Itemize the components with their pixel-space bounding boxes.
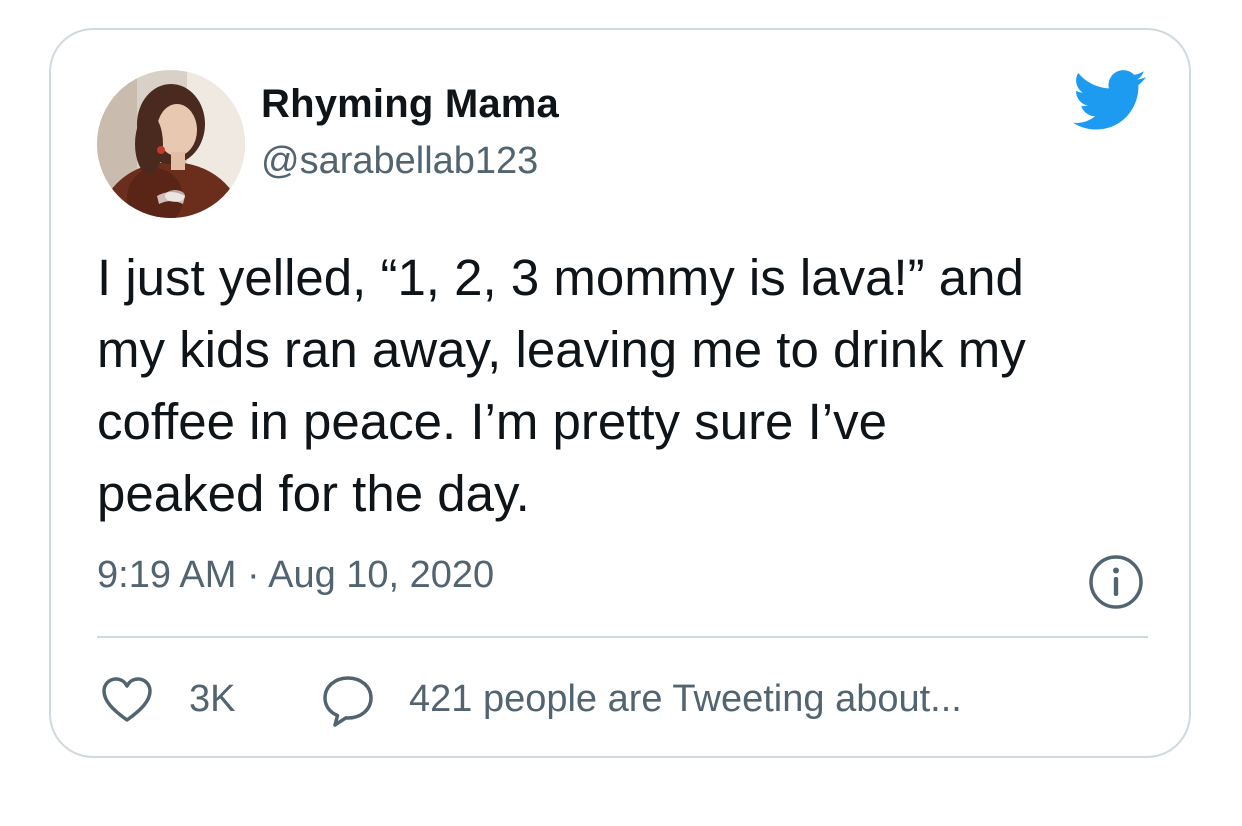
avatar[interactable] [97,70,245,218]
discussion-link[interactable]: 421 people are Tweeting about... [409,678,962,721]
tweet-text: I just yelled, “1, 2, 3 mommy is lava!” … [97,242,1157,530]
display-name[interactable]: Rhyming Mama [261,82,559,127]
like-count[interactable]: 3K [189,678,235,721]
speech-bubble-icon[interactable] [321,674,375,728]
tweet-text-line: I just yelled, “1, 2, 3 mommy is lava!” … [97,249,1024,306]
tweet-text-line: coffee in peace. I’m pretty sure I’ve [97,393,887,450]
info-icon[interactable] [1088,554,1144,610]
twitter-bird-icon[interactable] [1073,70,1147,130]
tweet-text-line: peaked for the day. [97,465,530,522]
heart-icon[interactable] [101,676,153,724]
divider [97,636,1148,638]
user-handle[interactable]: @sarabellab123 [261,140,538,183]
action-bar: 3K 421 people are Tweeting about... [97,670,1157,730]
tweet-timestamp[interactable]: 9:19 AM · Aug 10, 2020 [97,554,494,597]
tweet-text-line: my kids ran away, leaving me to drink my [97,321,1026,378]
tweet-card[interactable]: Rhyming Mama @sarabellab123 I just yelle… [49,28,1191,758]
